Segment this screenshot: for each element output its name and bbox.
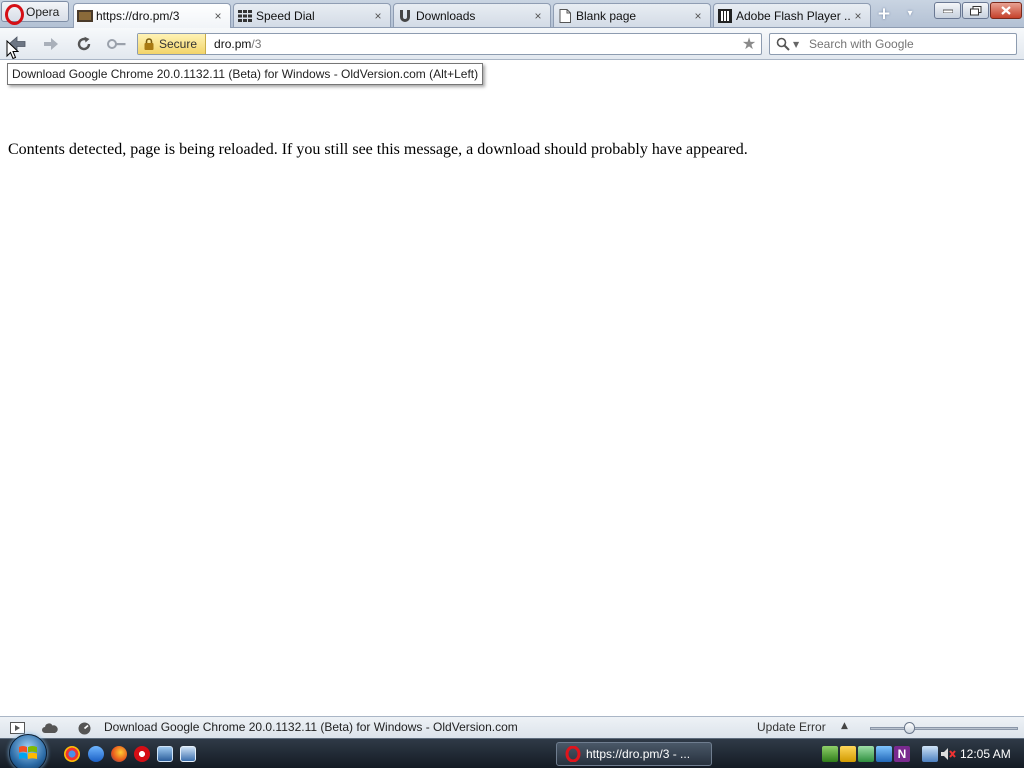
tab-speed-dial[interactable]: Speed Dial × [233,3,391,27]
taskbar-task-label: https://dro.pm/3 - ... [586,747,691,761]
key-wand-icon [107,39,126,49]
page-content: Contents detected, page is being reloade… [0,61,1024,716]
tab-label: Downloads [416,8,476,23]
opera-menu-button[interactable]: Opera [1,1,69,25]
opera-turbo-icon[interactable] [76,721,92,735]
tray-security-shield-icon[interactable] [840,746,856,762]
tab-bar: Opera https://dro.pm/3 × Speed Dial × Do… [0,0,1024,28]
lock-icon [144,38,154,50]
tab-close-icon[interactable]: × [371,9,385,23]
tray-app-icon[interactable] [858,746,874,762]
tab-label: Adobe Flash Player ... [736,8,851,23]
blank-page-icon [557,8,573,24]
forward-button[interactable] [39,33,63,55]
security-label: Secure [159,37,198,51]
url-host: dro.pm [214,37,252,51]
downloads-icon [397,8,413,24]
panel-toggle-icon[interactable] [9,721,25,735]
tab-label: Speed Dial [256,8,315,23]
tab-label: Blank page [576,8,637,23]
show-desktop-icon[interactable] [157,746,173,762]
internet-explorer-icon[interactable] [88,746,104,762]
restore-button[interactable] [962,2,989,19]
system-clock: 12:05 AM [960,747,1011,761]
status-text: Download Google Chrome 20.0.1132.11 (Bet… [104,720,518,734]
close-window-button[interactable] [990,2,1022,19]
tray-network-icon[interactable] [922,746,938,762]
restore-icon [969,5,981,15]
opera-menu-label: Opera [26,4,60,19]
chrome-launcher-icon[interactable] [64,746,80,762]
tab-list-chevron-icon[interactable]: ▾ [903,8,917,20]
update-chevron-up-icon[interactable]: ▲ [841,721,848,731]
tab-dro-pm[interactable]: https://dro.pm/3 × [73,3,231,28]
forward-arrow-icon [44,38,58,50]
opera-logo-icon [4,3,24,25]
windows-logo-icon [19,746,37,759]
search-box[interactable]: ▼ [769,33,1017,55]
reload-button[interactable] [72,33,96,55]
close-icon [1001,6,1011,15]
minimize-icon [942,9,953,13]
tab-close-icon[interactable]: × [211,9,225,23]
security-badge[interactable]: Secure [138,34,207,54]
update-error-label[interactable]: Update Error [757,720,826,734]
search-icon [776,37,790,51]
zoom-slider-thumb[interactable] [904,722,916,734]
minimize-button[interactable] [934,2,961,19]
search-input[interactable] [809,37,1016,51]
wand-button[interactable] [105,33,129,55]
bookmark-star-icon[interactable]: ★ [740,35,758,53]
tab-blank-page[interactable]: Blank page × [553,3,711,27]
taskbar-opera-window[interactable]: https://dro.pm/3 - ... [556,742,712,766]
opera-logo-icon [565,745,581,763]
screen: Opera https://dro.pm/3 × Speed Dial × Do… [0,0,1024,768]
address-bar[interactable]: Secure dro.pm/3 ★ [137,33,762,55]
mouse-cursor-icon [6,40,19,60]
switch-windows-icon[interactable] [180,746,196,762]
navigation-bar: Secure dro.pm/3 ★ ▼ [0,28,1024,60]
site-favicon-icon [77,8,93,24]
tab-adobe-flash[interactable]: Adobe Flash Player ... × [713,3,871,27]
opera-launcher-icon[interactable] [134,746,150,762]
tray-network-share-icon[interactable] [822,746,838,762]
tab-close-icon[interactable]: × [531,9,545,23]
zoom-slider-track[interactable] [870,727,1018,730]
tab-close-icon[interactable]: × [691,9,705,23]
url-path: /3 [251,37,262,51]
firefox-icon[interactable] [111,746,127,762]
tray-onenote-icon[interactable]: N [894,746,910,762]
new-tab-plus-icon[interactable]: + [875,6,893,23]
tray-sync-icon[interactable] [876,746,892,762]
opera-unite-cloud-icon[interactable] [42,721,58,735]
windows-taskbar: https://dro.pm/3 - ... N 12:05 AM [0,734,1024,768]
reload-icon [77,36,91,51]
reload-message: Contents detected, page is being reloade… [8,141,748,158]
tab-close-icon[interactable]: × [851,9,865,23]
tray-volume-muted-icon[interactable] [940,746,956,762]
start-button[interactable] [9,734,47,768]
back-button-tooltip: Download Google Chrome 20.0.1132.11 (Bet… [7,63,484,85]
status-bar: Download Google Chrome 20.0.1132.11 (Bet… [0,716,1024,738]
adobe-site-icon [717,8,733,24]
search-engine-dropdown-icon[interactable]: ▼ [793,40,803,49]
tab-downloads[interactable]: Downloads × [393,3,551,27]
tab-label: https://dro.pm/3 [96,9,180,23]
url-text[interactable]: dro.pm/3 [206,37,740,51]
speed-dial-grid-icon [237,8,253,24]
